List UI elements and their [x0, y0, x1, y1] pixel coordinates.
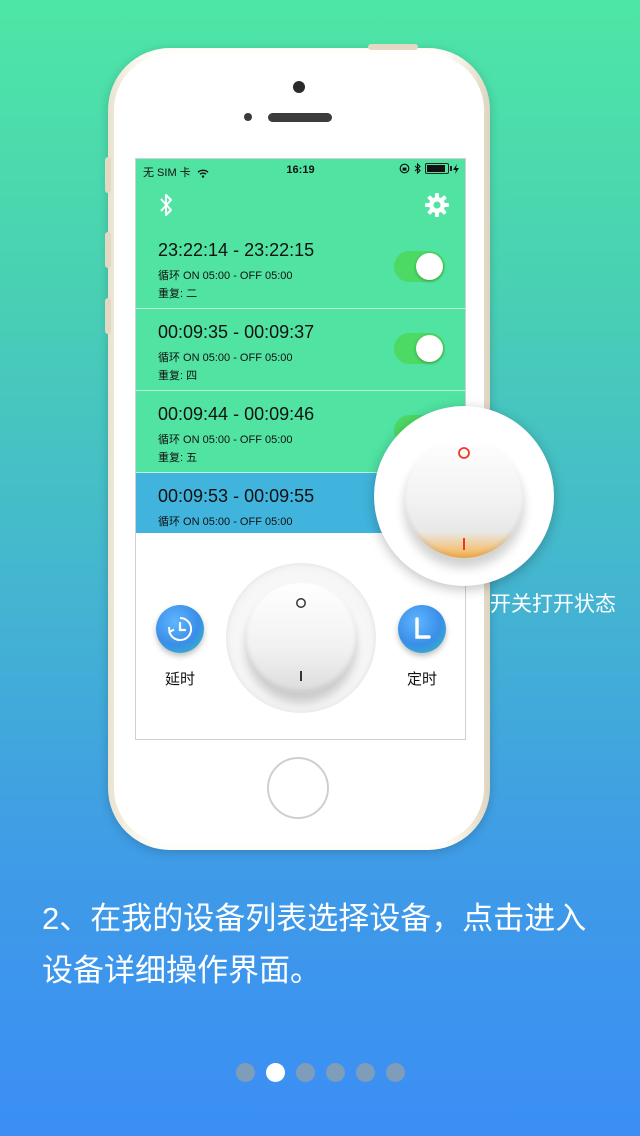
schedule-cycle: 循环 ON 05:00 - OFF 05:00: [158, 516, 293, 528]
schedule-cycle: 循环 ON 05:00 - OFF 05:00: [158, 270, 293, 282]
schedule-cycle: 循环 ON 05:00 - OFF 05:00: [158, 434, 293, 446]
timer-clock-icon: [415, 617, 431, 639]
off-indicator-icon: [296, 598, 306, 608]
timer-button[interactable]: [398, 605, 446, 653]
proximity-sensor: [244, 113, 252, 121]
caption-line-2: 设备详细操作界面。: [42, 953, 321, 988]
callout-label: 开关打开状态: [490, 593, 616, 616]
mute-switch: [105, 157, 111, 193]
schedule-repeat: 重复: 四: [158, 370, 198, 382]
schedule-toggle[interactable]: [394, 251, 445, 282]
schedule-time-range: 00:09:35 - 00:09:37: [158, 322, 315, 342]
bluetooth-icon[interactable]: [150, 189, 182, 221]
navigation-bar: [136, 183, 465, 227]
schedule-cycle: 循环 ON 05:00 - OFF 05:00: [158, 352, 293, 364]
rotation-lock-icon: [399, 163, 410, 174]
delay-clock-icon: [168, 616, 193, 641]
volume-down-button: [105, 298, 111, 334]
caption: 2、在我的设备列表选择设备，点击进入 设备详细操作界面。: [42, 893, 612, 997]
page-dot-active[interactable]: [265, 1063, 285, 1082]
toggle-knob: [416, 335, 443, 362]
front-camera: [293, 81, 305, 93]
schedule-repeat: 重复: 二: [158, 288, 198, 300]
status-bar: 无 SIM 卡 16:19: [136, 159, 465, 183]
schedule-toggle[interactable]: [394, 333, 445, 364]
zoomed-power-dial: [404, 438, 524, 558]
on-indicator-icon: [300, 671, 302, 681]
gear-icon[interactable]: [421, 189, 453, 221]
on-indicator-red-icon: [463, 538, 465, 550]
caption-line-1: 2、在我的设备列表选择设备，点击进入: [42, 901, 587, 936]
page-dot[interactable]: [325, 1063, 345, 1082]
timer-label: 定时: [406, 671, 437, 688]
power-button: [368, 44, 418, 50]
delay-label: 延时: [164, 671, 195, 688]
schedule-time-range: 00:09:53 - 00:09:55: [158, 486, 315, 506]
earpiece-speaker: [268, 113, 332, 122]
page-dot[interactable]: [235, 1063, 255, 1082]
toggle-knob: [416, 253, 443, 280]
dial-zoom-callout: [374, 406, 554, 586]
schedule-time-range: 23:22:14 - 23:22:15: [158, 240, 315, 260]
status-icons: [399, 163, 459, 174]
home-button[interactable]: [267, 757, 329, 819]
schedule-time-range: 00:09:44 - 00:09:46: [158, 404, 315, 424]
schedule-row[interactable]: 00:09:35 - 00:09:37 循环 ON 05:00 - OFF 05…: [136, 309, 465, 391]
volume-up-button: [105, 232, 111, 268]
schedule-repeat: 重复: 五: [158, 452, 198, 464]
page-dot[interactable]: [385, 1063, 405, 1082]
page-indicator: [0, 1063, 640, 1082]
power-dial[interactable]: [246, 583, 356, 693]
schedule-row[interactable]: 23:22:14 - 23:22:15 循环 ON 05:00 - OFF 05…: [136, 227, 465, 309]
charging-icon: [453, 163, 459, 174]
bluetooth-status-icon: [414, 163, 421, 174]
page-dot[interactable]: [295, 1063, 315, 1082]
battery-icon: [425, 163, 452, 174]
off-indicator-red-icon: [458, 447, 470, 459]
page-dot[interactable]: [355, 1063, 375, 1082]
delay-button[interactable]: [156, 605, 204, 653]
